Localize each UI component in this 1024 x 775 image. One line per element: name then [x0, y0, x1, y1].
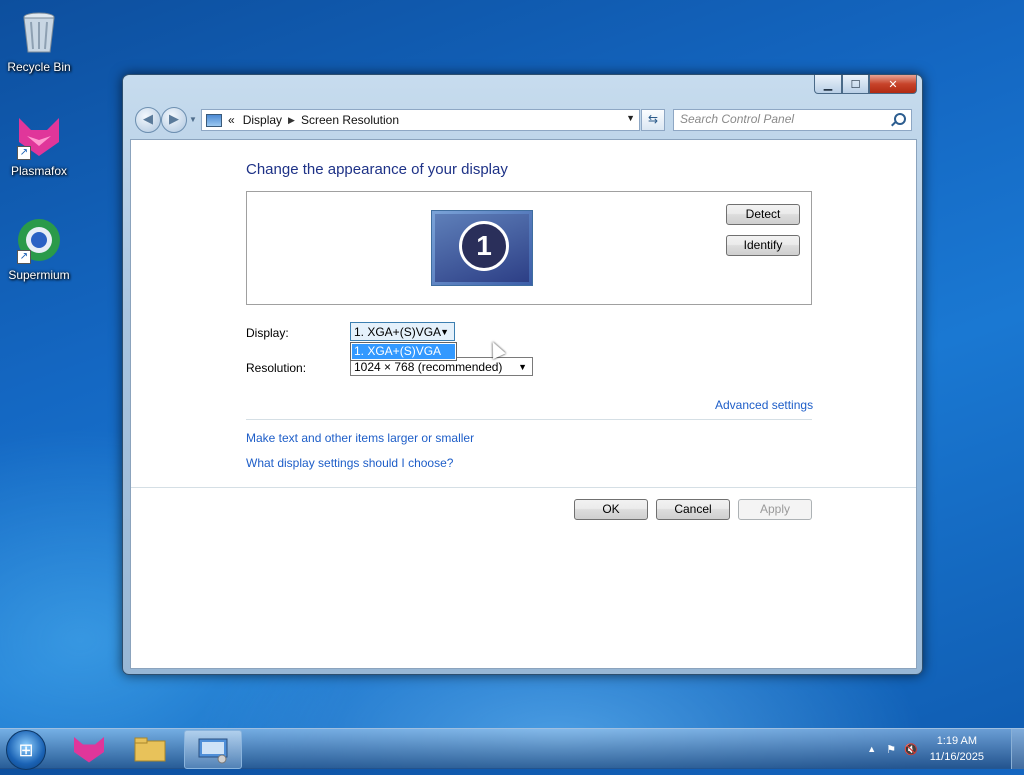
content-area: Change the appearance of your display 1 … — [130, 139, 917, 669]
chevron-down-icon: ▼ — [440, 327, 449, 337]
search-input[interactable] — [674, 110, 885, 128]
address-bar[interactable]: « Display ▶ Screen Resolution ▼ — [201, 109, 640, 131]
minimize-icon: ▁ — [823, 78, 833, 91]
page-title: Change the appearance of your display — [246, 161, 508, 178]
action-center-flag-icon[interactable]: ⚑ — [886, 743, 896, 756]
desktop-icon-label: Plasmafox — [10, 164, 68, 178]
taskbar-file-explorer[interactable] — [122, 730, 178, 767]
close-icon: ✕ — [888, 78, 898, 91]
screen-resolution-window: ▁ ☐ ✕ ◀ ▶ ▼ « Display ▶ Screen Resolutio… — [122, 74, 923, 675]
cancel-button[interactable]: Cancel — [656, 499, 730, 520]
taskbar-plasmafox[interactable] — [61, 730, 117, 767]
control-panel-display-icon — [206, 113, 222, 127]
system-tray: ▲ ⚑ 🔇 1:19 AM 11/16/2025 — [867, 729, 984, 769]
desktop-icon-label: Supermium — [8, 268, 70, 282]
display-option[interactable]: 1. XGA+(S)VGA — [352, 344, 455, 359]
show-desktop-button[interactable] — [1011, 729, 1024, 769]
start-button[interactable]: ⊞ — [6, 730, 46, 770]
desktop-icon-recycle-bin[interactable]: Recycle Bin — [0, 8, 78, 74]
display-label: Display: — [246, 326, 289, 340]
back-button[interactable]: ◀ — [135, 107, 161, 133]
breadcrumb-separator-icon[interactable]: ▶ — [288, 115, 295, 126]
close-button[interactable]: ✕ — [869, 75, 917, 94]
address-chevron[interactable]: « — [228, 113, 235, 127]
display-selected-value: 1. XGA+(S)VGA — [354, 325, 442, 339]
maximize-icon: ☐ — [850, 78, 861, 91]
monitor-preview-panel: 1 Detect Identify — [246, 191, 812, 305]
display-help-link[interactable]: What display settings should I choose? — [246, 456, 453, 470]
monitor-1[interactable]: 1 — [431, 210, 533, 286]
clock-time: 1:19 AM — [936, 735, 978, 747]
recent-pages-dropdown-icon[interactable]: ▼ — [189, 115, 197, 124]
search-icon[interactable] — [894, 113, 906, 125]
identify-button[interactable]: Identify — [726, 235, 800, 256]
volume-muted-icon[interactable]: 🔇 — [904, 743, 918, 756]
supermium-icon: ↗ — [15, 216, 63, 264]
clock-date: 11/16/2025 — [929, 751, 984, 763]
desktop-icon-label: Recycle Bin — [7, 60, 71, 74]
maximize-button[interactable]: ☐ — [842, 75, 869, 94]
advanced-settings-link[interactable]: Advanced settings — [715, 398, 813, 412]
breadcrumb-display[interactable]: Display — [243, 113, 282, 127]
search-box[interactable] — [673, 109, 912, 131]
taskbar: ⊞ ▲ ⚑ 🔇 1:19 AM 11/16/2025 — [0, 728, 1024, 770]
recycle-bin-icon — [15, 8, 63, 56]
show-hidden-icons-button[interactable]: ▲ — [867, 744, 876, 754]
ok-button[interactable]: OK — [574, 499, 648, 520]
plasmafox-icon — [74, 737, 104, 763]
monitor-number: 1 — [459, 221, 509, 271]
windows-logo-icon: ⊞ — [18, 740, 34, 760]
resolution-label: Resolution: — [246, 361, 307, 375]
plasmafox-icon: ↗ — [15, 112, 63, 160]
display-select[interactable]: 1. XGA+(S)VGA ▼ — [350, 322, 455, 341]
breadcrumb-screen-resolution[interactable]: Screen Resolution — [301, 113, 399, 127]
desktop-icon-plasmafox[interactable]: ↗ Plasmafox — [0, 112, 78, 178]
caption-buttons: ▁ ☐ ✕ — [814, 75, 917, 94]
display-dropdown-list: 1. XGA+(S)VGA — [350, 342, 457, 361]
folder-icon — [134, 737, 166, 762]
forward-button[interactable]: ▶ — [161, 107, 187, 133]
shortcut-arrow-icon: ↗ — [17, 146, 31, 160]
taskbar-screen-resolution[interactable] — [184, 730, 242, 769]
navigation-bar: ◀ ▶ ▼ « Display ▶ Screen Resolution ▼ ⇆ — [131, 107, 912, 133]
desktop-icon-supermium[interactable]: ↗ Supermium — [0, 216, 78, 282]
apply-button[interactable]: Apply — [738, 499, 812, 520]
refresh-button[interactable]: ⇆ — [641, 109, 665, 131]
back-arrow-icon: ◀ — [143, 111, 153, 126]
monitor-screen: 1 — [435, 214, 529, 282]
refresh-icon: ⇆ — [647, 112, 659, 126]
display-settings-icon — [198, 738, 228, 764]
divider — [246, 419, 812, 420]
divider — [131, 487, 916, 488]
forward-arrow-icon: ▶ — [169, 111, 179, 126]
resolution-selected-value: 1024 × 768 (recommended) — [354, 360, 503, 374]
clock[interactable]: 1:19 AM 11/16/2025 — [930, 733, 984, 765]
shortcut-arrow-icon: ↗ — [17, 250, 31, 264]
minimize-button[interactable]: ▁ — [814, 75, 842, 94]
detect-button[interactable]: Detect — [726, 204, 800, 225]
address-dropdown-icon[interactable]: ▼ — [626, 113, 635, 123]
text-size-link[interactable]: Make text and other items larger or smal… — [246, 431, 474, 445]
chevron-down-icon: ▼ — [518, 362, 527, 372]
